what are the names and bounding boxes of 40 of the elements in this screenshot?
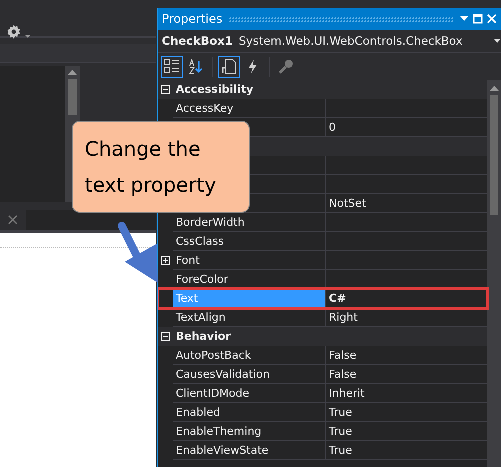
dropdown-arrow-icon[interactable]	[494, 39, 501, 43]
category-label: Behavior	[176, 330, 232, 343]
pointer-arrow-tooltip	[117, 222, 159, 284]
property-name[interactable]: ForeColor	[173, 270, 326, 289]
property-name[interactable]: AccessKey	[173, 99, 326, 118]
property-name[interactable]: Font	[173, 251, 326, 270]
collapse-icon[interactable]	[161, 85, 170, 94]
property-name[interactable]: Enabled	[173, 403, 326, 422]
property-page-icon	[221, 58, 237, 74]
expand-icon[interactable]	[161, 256, 170, 265]
property-name[interactable]: CssClass	[173, 232, 326, 251]
property-name[interactable]: EnableTheming	[173, 422, 326, 441]
property-name[interactable]: ClientIDMode	[173, 384, 326, 403]
category-row[interactable]: Behavior	[158, 327, 487, 346]
object-name: CheckBox1	[162, 34, 233, 48]
dropdown-arrow-icon[interactable]	[460, 16, 469, 22]
settings-icon[interactable]	[7, 25, 21, 39]
object-type: System.Web.UI.WebControls.CheckBox	[238, 34, 463, 48]
scroll-up-icon[interactable]	[68, 70, 77, 75]
property-name[interactable]: CausesValidation	[173, 365, 326, 384]
scroll-thumb[interactable]	[490, 95, 498, 215]
dropdown-arrow-icon[interactable]	[25, 35, 31, 39]
maximize-icon[interactable]	[473, 14, 483, 24]
panel-title: Properties	[162, 12, 223, 26]
wrench-icon	[278, 58, 294, 74]
property-name[interactable]: EnableViewState	[173, 441, 326, 460]
category-label: Accessibility	[176, 83, 254, 96]
collapse-icon[interactable]	[161, 332, 170, 341]
callout-text: Change the text property	[85, 136, 218, 199]
scroll-up-icon[interactable]	[490, 86, 498, 91]
sort-icon	[188, 58, 204, 74]
close-icon[interactable]	[8, 215, 18, 225]
property-value[interactable]: C#	[326, 289, 487, 308]
category-row[interactable]: Accessibility	[158, 80, 487, 99]
toolbar-button[interactable]	[218, 56, 240, 78]
scrollbar[interactable]	[487, 80, 501, 467]
property-name[interactable]: AutoPostBack	[173, 346, 326, 365]
scroll-thumb[interactable]	[68, 79, 77, 115]
categorized-icon	[164, 58, 180, 74]
toolbar-button[interactable]	[161, 56, 183, 78]
